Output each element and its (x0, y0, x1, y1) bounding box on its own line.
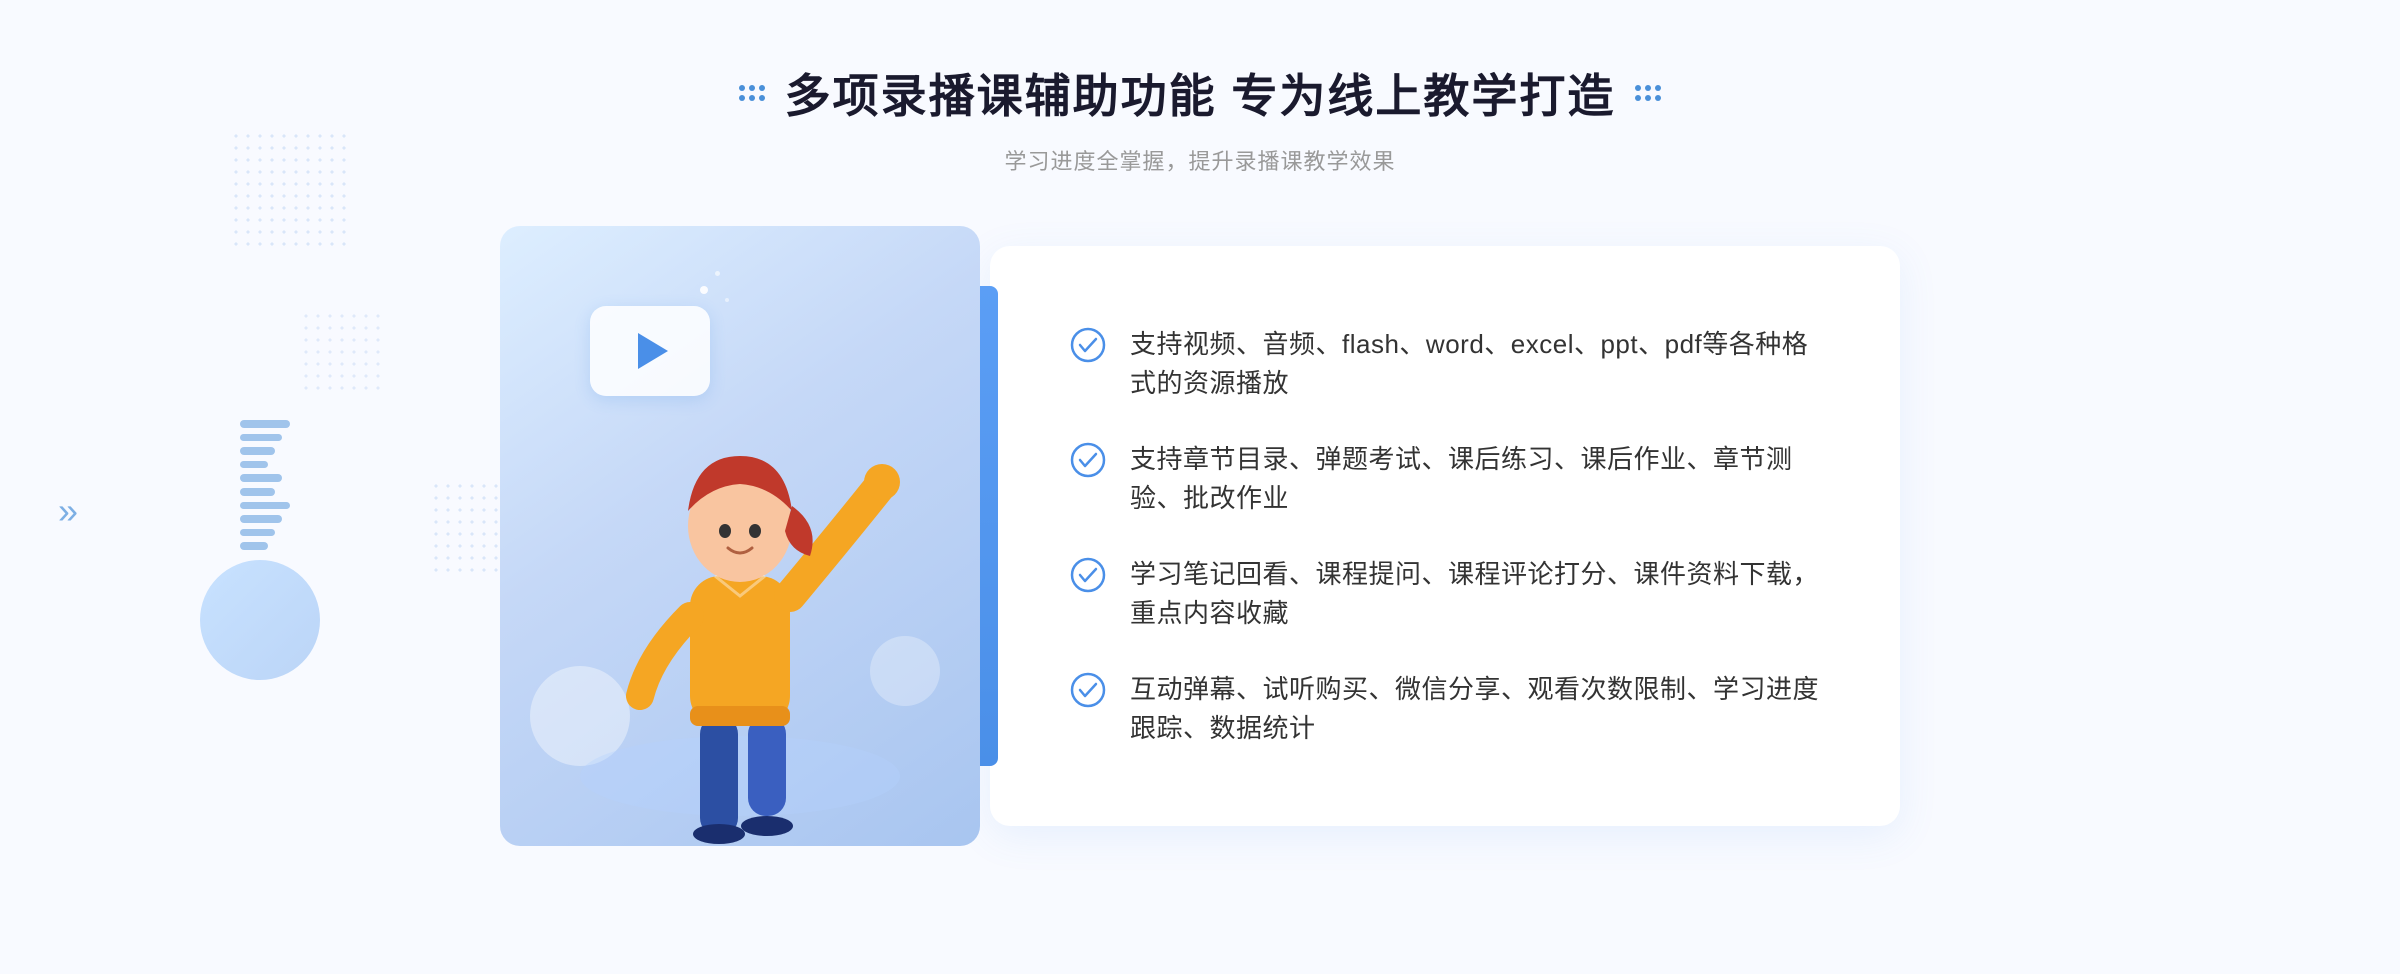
sparkle-3 (725, 298, 729, 302)
title-dots-left (739, 85, 765, 101)
feature-text-2: 支持章节目录、弹题考试、课后练习、课后作业、章节测验、批改作业 (1130, 440, 1820, 518)
feature-item-4: 互动弹幕、试听购买、微信分享、观看次数限制、学习进度跟踪、数据统计 (1070, 670, 1820, 748)
title-wrapper: 多项录播课辅助功能 专为线上教学打造 (739, 60, 1662, 126)
illustration-card (500, 226, 980, 846)
dots-decoration-inner-left (300, 310, 380, 390)
title-dots-right (1635, 85, 1661, 101)
header-section: 多项录播课辅助功能 专为线上教学打造 学习进度全掌握，提升录播课教学效果 (739, 60, 1662, 176)
page-title: 多项录播课辅助功能 专为线上教学打造 (785, 60, 1616, 126)
check-icon-3 (1070, 557, 1106, 593)
arrow-decoration-left: » (58, 490, 78, 532)
main-content: 支持视频、音频、flash、word、excel、ppt、pdf等各种格式的资源… (500, 226, 1900, 846)
check-icon-1 (1070, 327, 1106, 363)
feature-text-1: 支持视频、音频、flash、word、excel、ppt、pdf等各种格式的资源… (1130, 325, 1820, 403)
stripes-decoration-left (240, 420, 290, 550)
circle-decoration-left (200, 560, 320, 680)
person-illustration (570, 356, 910, 846)
page-subtitle: 学习进度全掌握，提升录播课教学效果 (739, 144, 1662, 176)
check-icon-4 (1070, 672, 1106, 708)
page-container: » 多项录播课辅助功能 专为线上教学打造 学习进度全掌握，提升录播课教学效果 (0, 0, 2400, 974)
content-panel: 支持视频、音频、flash、word、excel、ppt、pdf等各种格式的资源… (990, 246, 1900, 826)
feature-text-4: 互动弹幕、试听购买、微信分享、观看次数限制、学习进度跟踪、数据统计 (1130, 670, 1820, 748)
sparkle-2 (715, 271, 720, 276)
feature-item-1: 支持视频、音频、flash、word、excel、ppt、pdf等各种格式的资源… (1070, 325, 1820, 403)
feature-item-2: 支持章节目录、弹题考试、课后练习、课后作业、章节测验、批改作业 (1070, 440, 1820, 518)
feature-item-3: 学习笔记回看、课程提问、课程评论打分、课件资料下载，重点内容收藏 (1070, 555, 1820, 633)
sparkle-1 (700, 286, 708, 294)
check-icon-2 (1070, 442, 1106, 478)
dots-decoration-top-left (230, 130, 350, 250)
feature-text-3: 学习笔记回看、课程提问、课程评论打分、课件资料下载，重点内容收藏 (1130, 555, 1820, 633)
